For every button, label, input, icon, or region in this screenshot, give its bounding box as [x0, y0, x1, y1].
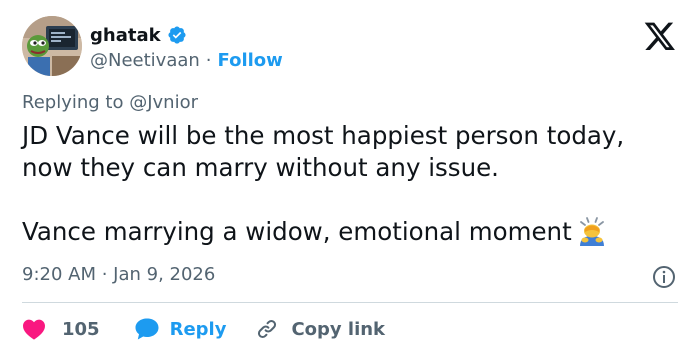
verified-badge-icon [168, 26, 186, 44]
info-icon[interactable] [652, 265, 676, 289]
tweet-line: Vance marrying a widow, emotional moment [22, 217, 572, 246]
reply-label: Reply [169, 318, 227, 340]
author-handle-row: @Neetivaan · Follow [90, 47, 283, 73]
man-bowing-emoji [579, 217, 604, 246]
action-bar: 105 Reply Copy link [22, 314, 385, 344]
tweet-line-with-emoji: Vance marrying a widow, emotional moment [22, 216, 682, 248]
x-logo-icon[interactable] [643, 22, 677, 52]
tweet-paragraph-gap [22, 184, 682, 216]
author-display-name[interactable]: ghatak [90, 25, 161, 46]
like-count: 105 [62, 318, 100, 340]
link-icon [258, 319, 277, 339]
separator-dot: · [205, 49, 212, 71]
copy-link-label: Copy link [291, 318, 386, 340]
speech-bubble-icon [135, 318, 159, 340]
avatar-image [22, 16, 82, 76]
heart-icon [23, 319, 45, 340]
copy-link-button[interactable]: Copy link [256, 318, 385, 340]
tweet-line: JD Vance will be the most happiest perso… [22, 121, 625, 150]
reply-button[interactable]: Reply [134, 317, 227, 341]
like-button[interactable]: 105 [22, 318, 100, 340]
replying-to-text: Replying to @Jvnior [22, 92, 198, 113]
tweet-text: JD Vance will be the most happiest perso… [22, 120, 682, 248]
tweet-line: now they can marry without any issue. [22, 153, 499, 182]
avatar[interactable] [22, 16, 82, 76]
divider [22, 302, 678, 303]
tweet-timestamp[interactable]: 9:20 AM · Jan 9, 2026 [22, 264, 215, 285]
author-handle[interactable]: @Neetivaan [90, 50, 200, 71]
tweet-card: ghatak @Neetivaan · Follow Replying to @… [0, 0, 700, 356]
author-name-row: ghatak [90, 22, 187, 48]
follow-button[interactable]: Follow [218, 50, 283, 71]
